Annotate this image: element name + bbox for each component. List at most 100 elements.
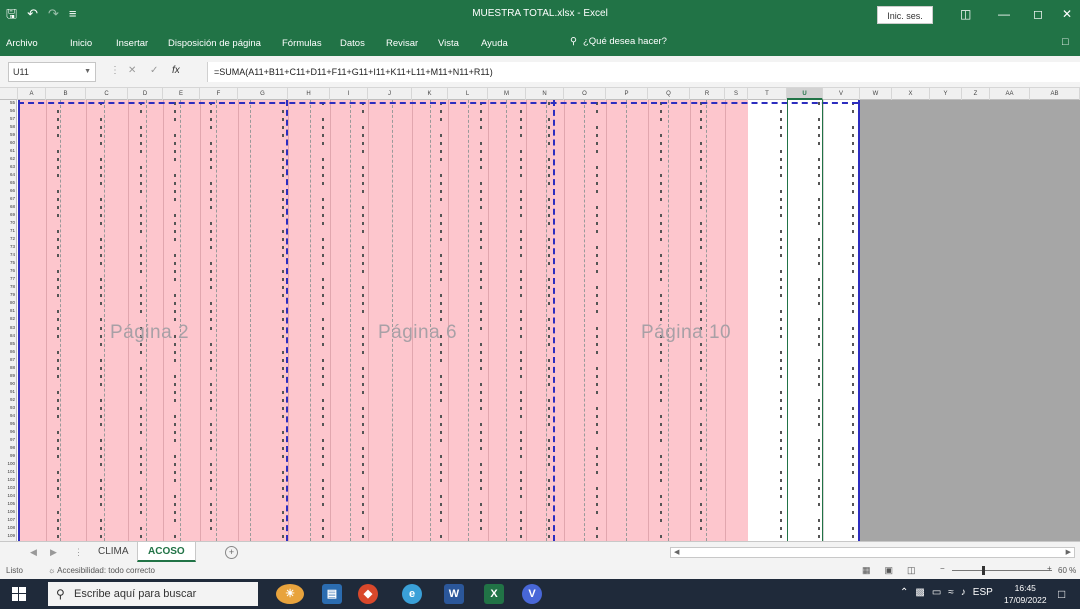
tab-inicio[interactable]: Inicio xyxy=(70,38,92,49)
column-header-y[interactable]: Y xyxy=(930,88,962,100)
cancel-icon[interactable]: ✕ xyxy=(128,65,136,76)
row-header[interactable]: 68 xyxy=(0,205,16,210)
column-header-aa[interactable]: AA xyxy=(990,88,1030,100)
display-icon[interactable]: ▩ xyxy=(915,587,924,598)
row-header[interactable]: 101 xyxy=(0,469,16,475)
name-box[interactable]: U11 ▼ xyxy=(8,62,96,82)
column-header-p[interactable]: P xyxy=(606,88,648,100)
row-header[interactable]: 92 xyxy=(0,397,16,403)
column-header-c[interactable]: C xyxy=(86,88,128,100)
sheet-tab-clima[interactable]: CLIMA xyxy=(88,542,139,562)
taskbar-search-input[interactable]: ⚲ Escribe aquí para buscar xyxy=(48,582,258,606)
battery-icon[interactable]: ▭ xyxy=(932,587,941,598)
row-header[interactable]: 74 xyxy=(0,253,16,258)
prev-sheet-icon[interactable]: ◀ xyxy=(30,547,37,558)
add-sheet-icon[interactable]: + xyxy=(225,546,238,559)
ribbon-display-options-icon[interactable]: ◫ xyxy=(960,6,971,22)
tab-archivo[interactable]: Archivo xyxy=(6,38,38,49)
row-header[interactable]: 69 xyxy=(0,213,16,218)
column-header-t[interactable]: T xyxy=(748,88,787,100)
column-header-i[interactable]: I xyxy=(330,88,368,100)
row-header[interactable]: 97 xyxy=(0,437,16,443)
scrollbar-thumb[interactable] xyxy=(683,549,1053,556)
tab-revisar[interactable]: Revisar xyxy=(386,38,418,49)
language-indicator[interactable]: ESP xyxy=(973,587,993,598)
row-header[interactable]: 88 xyxy=(0,365,16,371)
tab-insertar[interactable]: Insertar xyxy=(116,38,148,49)
print-area-edge[interactable] xyxy=(858,100,860,541)
normal-view-icon[interactable]: ▦ xyxy=(862,565,871,576)
horizontal-scrollbar[interactable]: ◀ ▶ xyxy=(670,547,1075,558)
row-header[interactable]: 108 xyxy=(0,525,16,531)
minimize-icon[interactable]: — xyxy=(998,6,1010,22)
row-header[interactable]: 83 xyxy=(0,325,16,331)
close-icon[interactable]: ✕ xyxy=(1062,6,1072,22)
next-sheet-icon[interactable]: ▶ xyxy=(50,547,57,558)
row-header[interactable]: 103 xyxy=(0,485,16,491)
column-header-a[interactable]: A xyxy=(18,88,46,100)
column-header-m[interactable]: M xyxy=(488,88,526,100)
column-header-x[interactable]: X xyxy=(892,88,930,100)
row-header[interactable]: 76 xyxy=(0,269,16,274)
row-header[interactable]: 109 xyxy=(0,533,16,539)
column-header-d[interactable]: D xyxy=(128,88,163,100)
chevron-down-icon[interactable]: ▼ xyxy=(84,63,91,81)
tab-datos[interactable]: Datos xyxy=(340,38,365,49)
column-header-f[interactable]: F xyxy=(200,88,238,100)
row-header[interactable]: 102 xyxy=(0,477,16,483)
speaker-icon[interactable]: ♪ xyxy=(961,587,966,598)
row-header[interactable]: 107 xyxy=(0,517,16,523)
row-header[interactable]: 94 xyxy=(0,413,16,419)
word-icon[interactable]: W xyxy=(444,584,464,604)
column-header-j[interactable]: J xyxy=(368,88,412,100)
zoom-slider-knob[interactable] xyxy=(982,566,985,575)
row-header[interactable]: 87 xyxy=(0,357,16,363)
notifications-icon[interactable]: □ xyxy=(1058,587,1065,601)
tab-ayuda[interactable]: Ayuda xyxy=(481,38,508,49)
row-header[interactable]: 106 xyxy=(0,509,16,515)
row-header[interactable]: 82 xyxy=(0,317,16,322)
tab-disposicion[interactable]: Disposición de página xyxy=(168,38,261,49)
row-header[interactable]: 65 xyxy=(0,181,16,186)
row-header[interactable]: 80 xyxy=(0,301,16,306)
row-header[interactable]: 93 xyxy=(0,405,16,411)
chevron-up-icon[interactable]: ⌃ xyxy=(900,587,908,598)
column-header-ab[interactable]: AB xyxy=(1030,88,1080,100)
row-header[interactable]: 64 xyxy=(0,173,16,178)
row-header[interactable]: 98 xyxy=(0,445,16,451)
row-header[interactable]: 104 xyxy=(0,493,16,499)
row-header[interactable]: 78 xyxy=(0,285,16,290)
row-header[interactable]: 96 xyxy=(0,429,16,435)
tell-me-box[interactable]: ⚲ ¿Qué desea hacer? xyxy=(570,36,667,47)
row-header[interactable]: 77 xyxy=(0,277,16,282)
row-header[interactable]: 100 xyxy=(0,461,16,467)
row-header[interactable]: 63 xyxy=(0,165,16,170)
column-header-r[interactable]: R xyxy=(690,88,725,100)
comments-icon[interactable]: □ xyxy=(1062,36,1069,48)
column-header-u[interactable]: U xyxy=(787,88,823,100)
column-header-s[interactable]: S xyxy=(725,88,748,100)
page-break-line[interactable] xyxy=(553,100,555,541)
row-header[interactable]: 71 xyxy=(0,229,16,234)
row-header[interactable]: 86 xyxy=(0,349,16,355)
clock[interactable]: 16:45 17/09/2022 xyxy=(1004,582,1047,606)
formula-input[interactable]: =SUMA(A11+B11+C11+D11+F11+G11+I11+K11+L1… xyxy=(207,62,1080,82)
row-header[interactable]: 95 xyxy=(0,421,16,427)
row-header[interactable]: 72 xyxy=(0,237,16,242)
row-header[interactable]: 84 xyxy=(0,333,16,339)
insert-function-button[interactable]: fx xyxy=(172,65,180,76)
row-header[interactable]: 61 xyxy=(0,149,16,154)
row-header[interactable]: 57 xyxy=(0,117,16,122)
sheet-tab-acoso[interactable]: ACOSO xyxy=(137,542,196,562)
excel-icon[interactable]: X xyxy=(484,584,504,604)
file-explorer-icon[interactable]: ▤ xyxy=(322,584,342,604)
row-header[interactable]: 55 xyxy=(0,100,16,106)
print-area-edge[interactable] xyxy=(18,100,20,541)
row-header[interactable]: 70 xyxy=(0,221,16,226)
row-header[interactable]: 60 xyxy=(0,141,16,146)
accessibility-status[interactable]: ☼ Accesibilidad: todo correcto xyxy=(48,566,155,575)
column-header-v[interactable]: V xyxy=(823,88,860,100)
zoom-out-icon[interactable]: − xyxy=(940,564,945,573)
column-header-o[interactable]: O xyxy=(564,88,606,100)
row-header[interactable]: 91 xyxy=(0,389,16,395)
